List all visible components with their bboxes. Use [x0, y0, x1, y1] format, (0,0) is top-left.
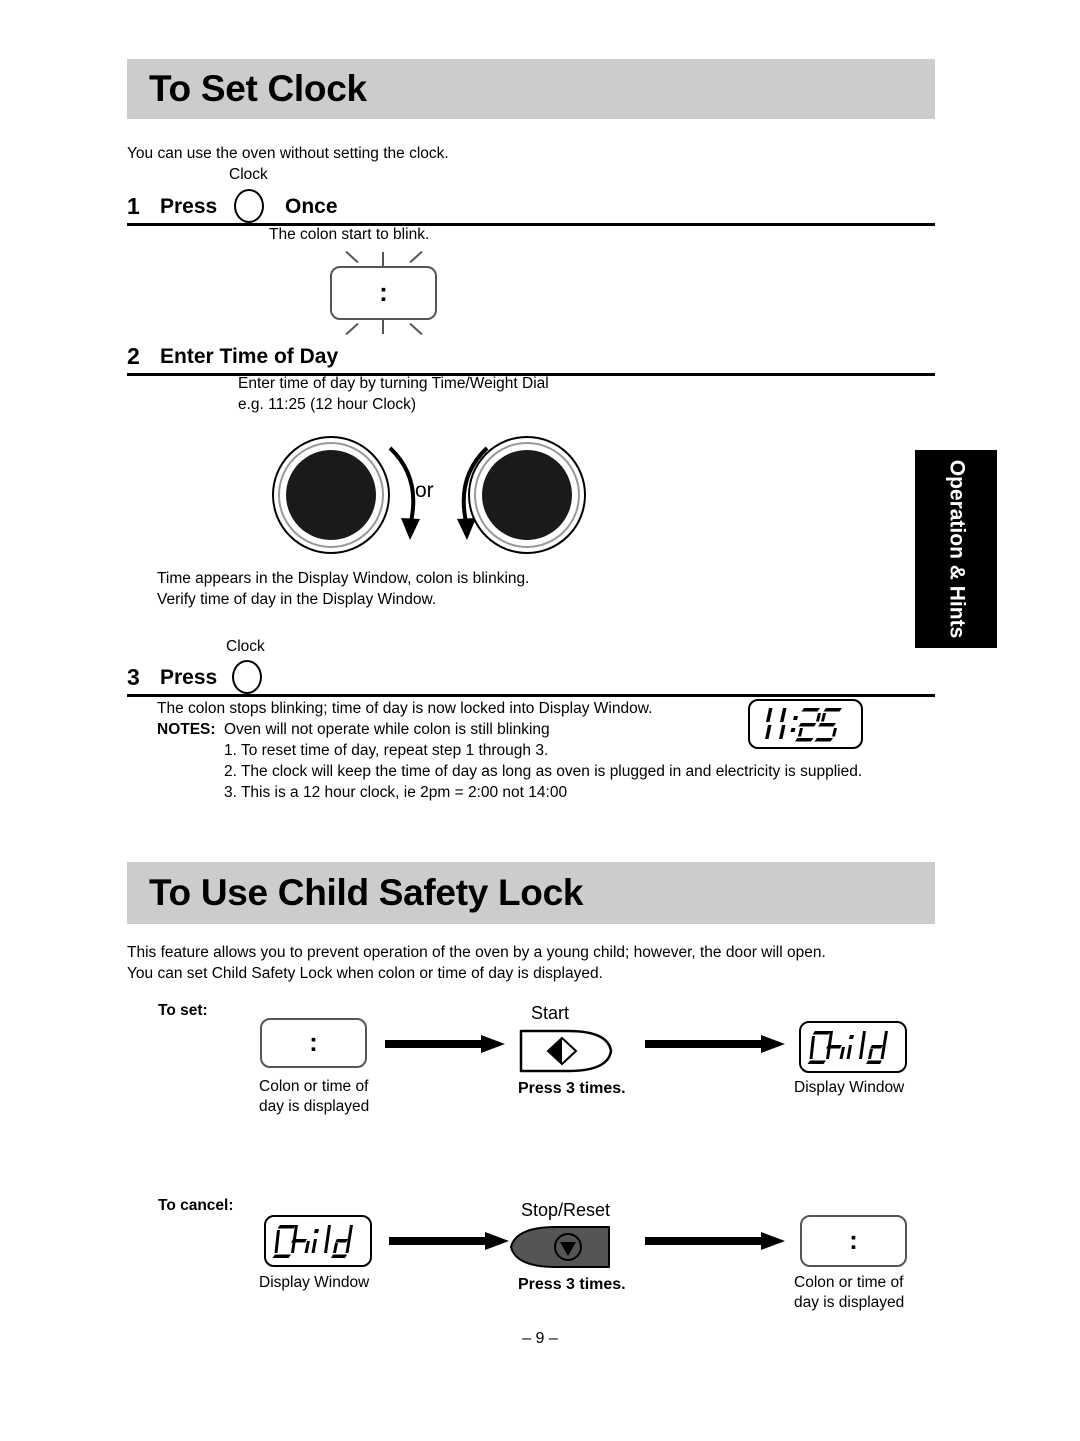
step-3-row: 3 Press: [127, 652, 935, 697]
time-weight-dial-counterclockwise[interactable]: [468, 436, 586, 554]
step-1-press-label: Press: [160, 195, 218, 218]
step-3-note-3: 3. This is a 12 hour clock, ie 2pm = 2:0…: [224, 784, 568, 801]
start-button[interactable]: [518, 1028, 614, 1074]
side-tab-label: Operation & Hints: [945, 459, 969, 639]
to-cancel-end-caption-line1: Colon or time of: [794, 1274, 904, 1291]
step-3-notes-lead: Oven will not operate while colon is sti…: [224, 721, 550, 738]
to-cancel-button-instruction: Press 3 times.: [518, 1276, 626, 1293]
to-set-button-instruction: Press 3 times.: [518, 1080, 626, 1097]
display-window-step1: :: [330, 266, 437, 320]
step-3-note-2: 2. The clock will keep the time of day a…: [224, 763, 863, 780]
display-window-step3: [748, 699, 863, 749]
step-1-note: The colon start to blink.: [269, 226, 430, 243]
to-set-start-display-value: :: [309, 1026, 318, 1057]
to-set-start-caption-line2: day is displayed: [259, 1098, 370, 1115]
step-2-heading: Enter Time of Day: [160, 345, 339, 368]
dial-knob: [482, 450, 572, 540]
to-cancel-arrow-2: [645, 1231, 785, 1256]
dial-or-label: or: [415, 479, 434, 502]
stop-reset-button-label: Stop/Reset: [521, 1200, 611, 1220]
step-2-row: 2 Enter Time of Day: [127, 331, 935, 376]
section-header-set-clock: To Set Clock: [127, 59, 935, 119]
step-2-number: 2: [127, 343, 140, 369]
to-set-end-display-value: [801, 1023, 905, 1071]
start-button-label: Start: [531, 1003, 570, 1023]
side-tab-operation-hints: Operation & Hints: [915, 450, 997, 648]
step-2-after-line2: Verify time of day in the Display Window…: [157, 591, 437, 608]
step-1-number: 1: [127, 193, 140, 219]
display-value-step3: [750, 701, 861, 747]
set-clock-intro: You can use the oven without setting the…: [127, 145, 449, 162]
to-cancel-label: To cancel:: [158, 1197, 234, 1214]
time-weight-dial-clockwise[interactable]: [272, 436, 390, 554]
dial-knob: [286, 450, 376, 540]
stop-reset-button[interactable]: [506, 1224, 612, 1270]
step-3-line1: The colon stops blinking; time of day is…: [157, 700, 653, 717]
section-header-child-safety-lock: To Use Child Safety Lock: [127, 862, 935, 924]
to-cancel-end-caption-line2: day is displayed: [794, 1294, 905, 1311]
to-cancel-start-caption: Display Window: [259, 1274, 370, 1291]
step-1-row: 1 Press Once: [127, 181, 935, 226]
to-set-end-caption: Display Window: [794, 1079, 905, 1096]
to-cancel-end-display: :: [800, 1215, 907, 1267]
page-title-child-safety-lock: To Use Child Safety Lock: [149, 872, 584, 913]
step-3-press-label: Press: [160, 666, 218, 689]
to-cancel-end-display-value: :: [849, 1224, 858, 1255]
step-3-notes-label: NOTES:: [157, 721, 216, 738]
to-cancel-start-display-value: [266, 1217, 370, 1265]
to-cancel-arrow-1: [389, 1231, 509, 1256]
child-lock-intro-line2: You can set Child Safety Lock when colon…: [127, 965, 603, 982]
page-title-set-clock: To Set Clock: [149, 68, 367, 109]
to-set-label: To set:: [158, 1002, 208, 1019]
to-set-end-display: [799, 1021, 907, 1073]
to-set-arrow-2: [645, 1034, 785, 1059]
step-2-after-line1: Time appears in the Display Window, colo…: [157, 570, 530, 587]
child-lock-intro-line1: This feature allows you to prevent opera…: [127, 944, 826, 961]
to-set-start-caption-line1: Colon or time of: [259, 1078, 369, 1095]
page-number: – 9 –: [522, 1330, 558, 1347]
step-3-number: 3: [127, 664, 140, 690]
to-set-start-display: :: [260, 1018, 367, 1068]
step-2-line2: e.g. 11:25 (12 hour Clock): [238, 396, 417, 413]
step-1-once-label: Once: [285, 195, 338, 218]
step-3-note-1: 1. To reset time of day, repeat step 1 t…: [224, 742, 549, 759]
display-value-step1: :: [379, 276, 388, 307]
step-2-line1: Enter time of day by turning Time/Weight…: [238, 375, 549, 392]
manual-page: To Set Clock You can use the oven withou…: [0, 0, 1080, 1441]
to-set-arrow-1: [385, 1034, 505, 1059]
to-cancel-start-display: [264, 1215, 372, 1267]
